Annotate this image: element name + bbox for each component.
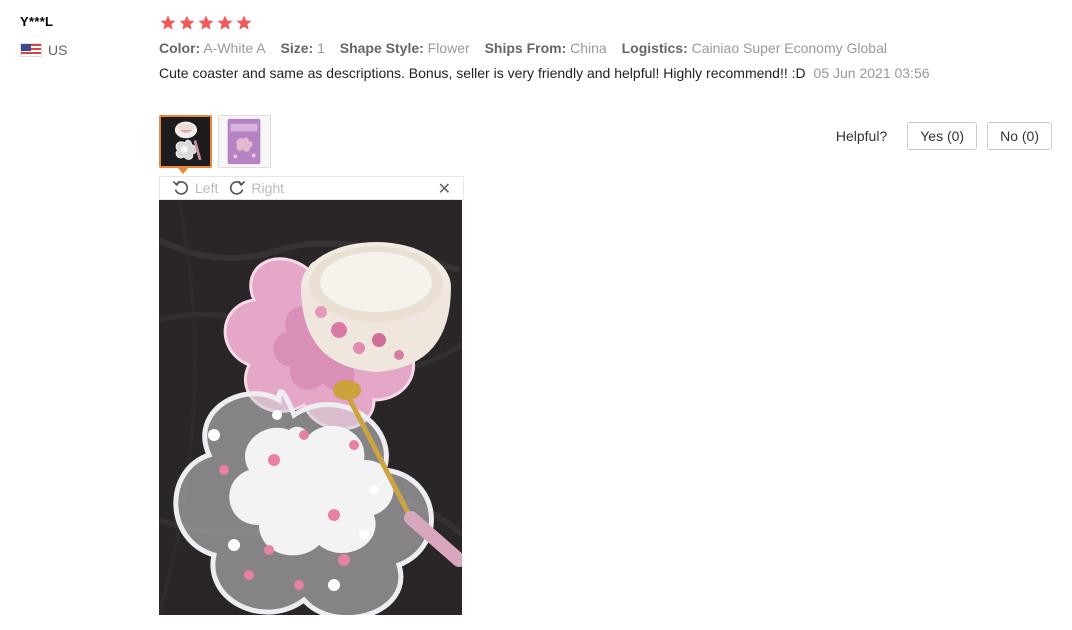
close-viewer-button[interactable]: ✕ bbox=[438, 179, 451, 199]
attr-logistics: Logistics: Cainiao Super Economy Global bbox=[621, 40, 887, 56]
rotate-right-label: Right bbox=[251, 180, 285, 196]
image-viewer-toolbar: Left Right ✕ bbox=[159, 176, 464, 200]
review-date: 05 Jun 2021 03:56 bbox=[813, 65, 930, 81]
helpful-section: Helpful? Yes (0) No (0) bbox=[836, 122, 1052, 150]
star-rating bbox=[159, 12, 1059, 34]
attr-ships-from: Ships From: China bbox=[484, 40, 607, 56]
helpful-no-button[interactable]: No (0) bbox=[987, 122, 1052, 150]
product-attributes: Color: A-White A Size: 1 Shape Style: Fl… bbox=[159, 40, 1059, 56]
image-viewer: Left Right ✕ bbox=[159, 176, 464, 615]
helpful-yes-button[interactable]: Yes (0) bbox=[907, 122, 978, 150]
attr-shape-style: Shape Style: Flower bbox=[339, 40, 470, 56]
us-flag-icon bbox=[20, 43, 42, 57]
star-icon bbox=[236, 15, 252, 30]
attr-size: Size: 1 bbox=[280, 40, 325, 56]
rotate-left-label: Left bbox=[195, 180, 219, 196]
rotate-right-icon bbox=[230, 180, 246, 195]
country-code: US bbox=[48, 42, 68, 58]
rotate-left-button[interactable]: Left bbox=[172, 179, 218, 197]
review-thumbnail[interactable] bbox=[159, 115, 212, 168]
reviewer-country: US bbox=[20, 42, 67, 58]
reviewer-name: Y***L bbox=[20, 14, 54, 29]
package-photo-thumbnail bbox=[219, 116, 270, 167]
review-image-thumbnails bbox=[159, 115, 271, 168]
rotate-left-icon bbox=[173, 180, 189, 195]
coaster-photo-thumbnail bbox=[161, 117, 210, 166]
star-icon bbox=[198, 15, 214, 30]
helpful-label: Helpful? bbox=[835, 128, 888, 144]
review-photo-large bbox=[159, 200, 462, 615]
review-thumbnail[interactable] bbox=[218, 115, 271, 168]
attr-color: Color: A-White A bbox=[159, 40, 266, 56]
review-text: Cute coaster and same as descriptions. B… bbox=[159, 65, 806, 81]
star-icon bbox=[160, 15, 176, 30]
star-icon bbox=[217, 15, 233, 30]
rotate-right-button[interactable]: Right bbox=[228, 179, 284, 197]
active-thumbnail-pointer bbox=[178, 168, 188, 174]
star-icon bbox=[179, 15, 195, 30]
reviewer-info: Y***L US bbox=[20, 14, 67, 58]
review-body: Color: A-White A Size: 1 Shape Style: Fl… bbox=[159, 12, 1059, 83]
review-text-block: Cute coaster and same as descriptions. B… bbox=[159, 64, 949, 83]
